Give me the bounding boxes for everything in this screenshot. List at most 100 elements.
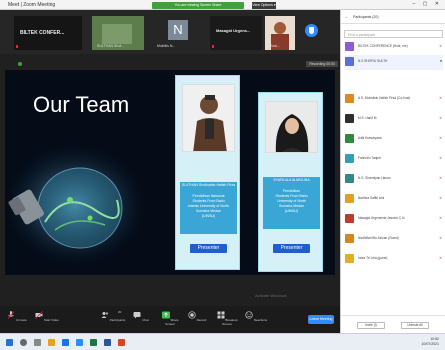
participant-row[interactable]: Masagid Urgensinta Jesnimi C.N. ✕ xyxy=(345,212,443,227)
breakout-rooms-button[interactable]: Breakout Rooms xyxy=(214,311,240,326)
member-description: Pendidikan Students From Badu University… xyxy=(263,183,320,229)
participant-row[interactable]: N.S SHOFIU SULTH ■ xyxy=(345,55,443,70)
slide-title: Our Team xyxy=(33,92,130,117)
participant-row[interactable]: Fahrudin Taqieh ✕ xyxy=(345,152,443,167)
avatar xyxy=(345,174,354,183)
unmute-all-button[interactable]: Unmute All xyxy=(401,322,429,329)
powerpoint-icon[interactable] xyxy=(118,339,125,346)
video-tile-5[interactable]: Rasi... xyxy=(265,16,295,50)
participant-row[interactable]: Aditi Kuswiryana ✕ xyxy=(345,132,443,147)
muted-mic-icon: ✕ xyxy=(439,256,442,260)
recording-indicator: Recording 00:00 xyxy=(306,61,338,67)
participant-name: Masagid Urgensinta Jesnimi C.N. xyxy=(358,216,406,220)
tile-name: Mukhlis N... xyxy=(157,44,176,48)
word-icon[interactable] xyxy=(104,339,111,346)
shield-icon[interactable] xyxy=(305,24,318,37)
avatar xyxy=(345,42,354,51)
member-photo xyxy=(182,84,235,152)
avatar xyxy=(345,234,354,243)
title-bar: Meet | Zoom Meeting You are viewing Scre… xyxy=(0,0,445,10)
record-button[interactable]: Record xyxy=(184,311,210,322)
taskbar: 10:52 10/07/2021 xyxy=(0,333,445,350)
participants-button[interactable]: Participants xyxy=(100,311,126,322)
green-status-dot xyxy=(18,62,22,66)
tile-name: Masagid Urgens... xyxy=(216,28,251,33)
start-video-button[interactable]: Start Video xyxy=(34,311,60,322)
participant-row[interactable]: N.S. Sharmiyan Hanan ✕ xyxy=(345,172,443,187)
shared-screen: Our Team SULTHAN Shofiuddin Hafizh Firza… xyxy=(5,70,335,275)
file-explorer-icon[interactable] xyxy=(48,339,55,346)
tile-name: SULTHAN Shof... xyxy=(97,44,125,48)
share-screen-button[interactable]: Share Screen xyxy=(157,311,183,326)
muted-mic-icon: ✕ xyxy=(439,236,442,240)
muted-mic-icon xyxy=(16,45,18,48)
share-screen-icon xyxy=(161,311,170,319)
video-tile-3[interactable]: N Mukhlis N... xyxy=(152,16,204,50)
participant-name: Aditi Kuswiryana xyxy=(358,136,382,140)
reactions-icon xyxy=(245,311,253,319)
meeting-toolbar: Unmute Start Video Participants Chat Sha… xyxy=(0,306,340,333)
chat-icon xyxy=(133,312,141,319)
search-icon[interactable] xyxy=(20,339,27,346)
participant-name: Fahrudin Taqieh xyxy=(358,156,381,160)
participant-name: N.S. Sharmiyan Hanan xyxy=(358,176,391,180)
chevron-down-icon[interactable]: ⌄ xyxy=(345,15,348,19)
participant-row[interactable]: A.S. Mukhlisin Hafizh Firza (Co-host) ✕ xyxy=(345,92,443,107)
window-controls[interactable]: – ▢ ✕ xyxy=(413,1,442,7)
zoom-app-icon[interactable] xyxy=(76,339,83,346)
invite-button[interactable]: Invite (I) xyxy=(357,322,385,329)
muted-mic-icon: ✕ xyxy=(439,216,442,220)
muted-mic-icon xyxy=(212,45,214,48)
participant-row[interactable]: M.S. Hanif M. ✕ xyxy=(345,112,443,127)
browser-icon[interactable] xyxy=(62,339,69,346)
view-options-button[interactable]: View Options ▾ xyxy=(252,2,276,9)
participant-count: 20 xyxy=(118,310,122,314)
avatar xyxy=(345,194,354,203)
member-photo xyxy=(265,101,318,153)
participants-icon xyxy=(101,312,108,318)
breakout-rooms-icon xyxy=(217,311,225,319)
microphone-icon xyxy=(8,311,15,319)
video-tile-1[interactable]: BILTEK CONFER... xyxy=(14,16,82,50)
chat-button[interactable]: Chat xyxy=(128,311,154,322)
muted-mic-icon: ✕ xyxy=(439,176,442,180)
participants-panel: ⌄ Participants (20) Find a participant B… xyxy=(340,10,445,333)
avatar xyxy=(345,94,354,103)
avatar xyxy=(345,134,354,143)
tile-name: Rasi... xyxy=(270,44,280,48)
muted-mic-icon: ✕ xyxy=(439,136,442,140)
muted-mic-icon: ✕ xyxy=(439,44,442,48)
avatar xyxy=(345,114,354,123)
unmute-button[interactable]: Unmute xyxy=(4,311,30,322)
participant-name: A.S. Mukhlisin Hafizh Firza (Co-host) xyxy=(358,96,411,100)
avatar xyxy=(345,57,354,66)
participant-name: N.S SHOFIU SULTH xyxy=(358,59,388,63)
video-camera-icon xyxy=(35,311,43,319)
light-bulb-illustration xyxy=(5,145,145,265)
participant-name: M.S. Hanif M. xyxy=(358,116,378,120)
video-on-icon: ■ xyxy=(439,59,442,63)
start-menu-icon[interactable] xyxy=(6,339,13,346)
excel-icon[interactable] xyxy=(90,339,97,346)
participant-row[interactable]: Indra Tri Lela (guest) ✕ xyxy=(345,252,443,267)
panel-header: ⌄ Participants (20) xyxy=(341,10,445,24)
participant-row[interactable]: Nadhira Safitri Aini ✕ xyxy=(345,192,443,207)
avatar: N xyxy=(168,20,188,40)
leave-meeting-button[interactable]: Leave Meeting xyxy=(308,315,334,324)
panel-footer: Invite (I) Unmute All xyxy=(341,315,445,333)
video-tile-2[interactable]: SULTHAN Shof... xyxy=(92,16,144,50)
meeting-view: BILTEK CONFER... SULTHAN Shof... N Mukhl… xyxy=(0,10,340,333)
presenter-button[interactable]: Presenter xyxy=(190,244,227,253)
participant-row[interactable]: BILTEK CONFERENCE (Host, me) ✕ xyxy=(345,40,443,55)
participant-row[interactable]: Nadhiifah Bin Azizan (Guest) ✕ xyxy=(345,232,443,247)
window-title: Meet | Zoom Meeting xyxy=(8,1,56,8)
system-clock: 10:52 10/07/2021 xyxy=(421,337,439,346)
participant-search-input[interactable]: Find a participant xyxy=(344,30,443,38)
member-description: Pendidikan Nasional Students From Badu I… xyxy=(180,188,237,234)
reactions-button[interactable]: Reactions xyxy=(243,311,269,322)
avatar xyxy=(345,154,354,163)
video-tile-4[interactable]: Masagid Urgens... xyxy=(210,16,262,50)
task-view-icon[interactable] xyxy=(34,339,41,346)
presenter-button[interactable]: Presenter xyxy=(273,244,310,253)
team-card-1: SULTHAN Shofiuddin Hafizh Firza Pendidik… xyxy=(175,75,240,270)
